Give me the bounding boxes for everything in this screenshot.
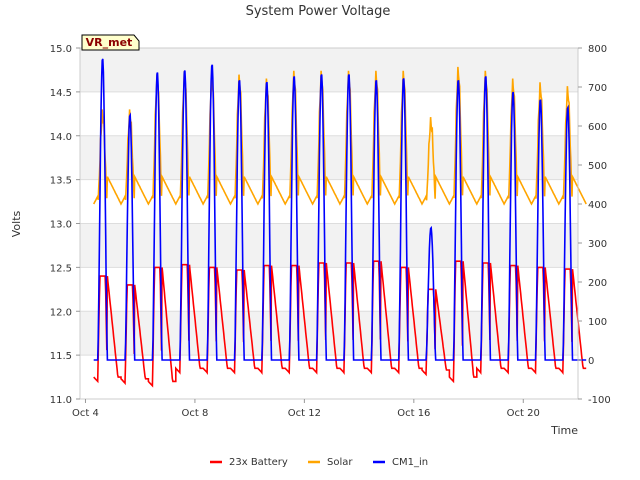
annotation-badge: VR_met — [81, 34, 140, 51]
y-left-tick-label: 12.5 — [50, 263, 72, 274]
y-left-tick-label: 11.0 — [50, 395, 72, 406]
chart: System Power Voltage 11.0 11.5 12.0 12.5 13.… — [10, 4, 611, 468]
y-left-tick-label: 14.5 — [50, 88, 72, 99]
y-right-tick-label: 600 — [588, 122, 607, 133]
legend-label: 23x Battery — [229, 457, 288, 468]
y-left-tick-label: 12.0 — [50, 307, 72, 318]
plot-band — [80, 48, 578, 92]
y-axis-label: Volts — [10, 210, 23, 237]
y-left-tick-label: 14.0 — [50, 132, 72, 143]
y-right-tick-label: 800 — [588, 44, 607, 55]
legend-item-solar: Solar — [308, 457, 353, 468]
legend-item-23x-battery: 23x Battery — [210, 457, 288, 468]
y-left-tick-label: 13.5 — [50, 176, 72, 187]
y-left-tick-label: 15.0 — [50, 44, 72, 55]
y-right-tick-label: 200 — [588, 278, 607, 289]
x-tick-label: Oct 8 — [182, 408, 209, 419]
legend-label: CM1_in — [392, 457, 428, 468]
annotation-text: VR_met — [86, 36, 133, 49]
y-right-tick-label: 700 — [588, 83, 607, 94]
y-right-tick-label: 100 — [588, 317, 607, 328]
x-axis-label: Time — [550, 424, 578, 437]
y-right-tick-label: 0 — [588, 356, 594, 367]
legend: 23x Battery Solar CM1_in — [210, 457, 428, 468]
x-tick-label: Oct 4 — [72, 408, 99, 419]
y-right-tick-label: -100 — [588, 395, 611, 406]
y-right-tick-label: 500 — [588, 161, 607, 172]
x-tick-label: Oct 16 — [397, 408, 430, 419]
y-left-tick-label: 11.5 — [50, 351, 72, 362]
x-tick-label: Oct 12 — [288, 408, 321, 419]
y-right-tick-label: 400 — [588, 200, 607, 211]
x-tick-label: Oct 20 — [507, 408, 540, 419]
plot-band — [80, 311, 578, 356]
legend-item-cm1-in: CM1_in — [373, 457, 428, 468]
chart-title: System Power Voltage — [246, 4, 391, 19]
legend-label: Solar — [327, 457, 353, 468]
y-right-tick-label: 300 — [588, 239, 607, 250]
y-left-tick-label: 13.0 — [50, 220, 72, 231]
